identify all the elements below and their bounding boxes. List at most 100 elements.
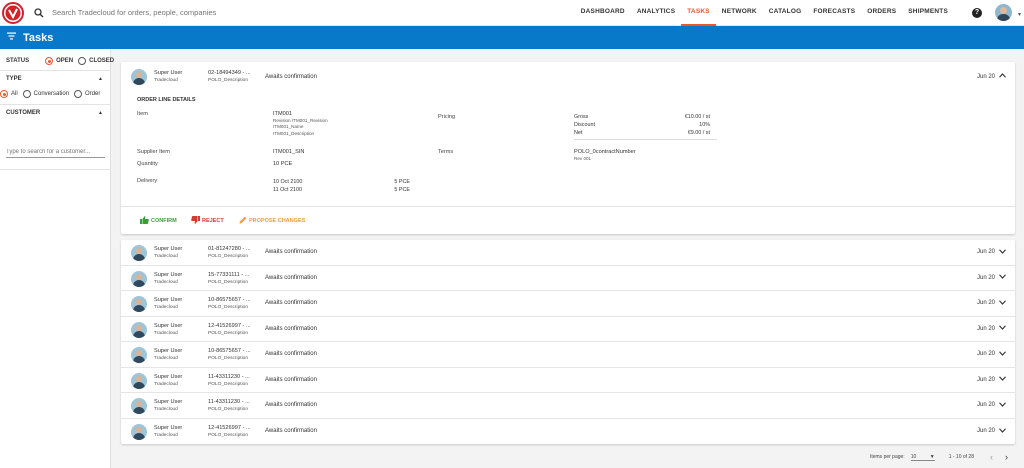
- task-order[interactable]: 10-86575657 - ... POLO_Description: [208, 296, 251, 312]
- task-row[interactable]: Super User Tradecloud 15-77331111 - ... POL…: [121, 266, 1015, 291]
- type-conversation-radio[interactable]: [22, 90, 31, 98]
- items-per-page-select[interactable]: 10 ▼: [910, 453, 935, 461]
- chevron-right-icon[interactable]: ›: [1005, 452, 1008, 462]
- task-order[interactable]: 12-41526997 - ... POLO_Description: [208, 424, 251, 440]
- task-order[interactable]: 11-43311230 - ... POLO_Description: [208, 398, 250, 414]
- order-line-details-heading: ORDER LINE DETAILS: [137, 97, 196, 103]
- divider: [0, 169, 111, 170]
- type-conversation-label[interactable]: Conversation: [34, 91, 69, 97]
- filter-icon[interactable]: [7, 32, 17, 43]
- nav-network[interactable]: NETWORK: [716, 0, 763, 26]
- status-open-label[interactable]: OPEN: [56, 58, 73, 64]
- avatar: [131, 296, 147, 312]
- task-row[interactable]: Super User Tradecloud 11-43311230 - ... POL…: [121, 368, 1015, 393]
- search-input[interactable]: [52, 8, 352, 17]
- divider: [574, 139, 717, 140]
- chevron-down-icon[interactable]: [999, 274, 1006, 281]
- task-status: Awaits confirmation: [265, 73, 317, 80]
- discount-value: 10%: [699, 122, 710, 128]
- avatar: [131, 321, 147, 338]
- task-row[interactable]: Super User Tradecloud 10-86575657 - ... POL…: [121, 291, 1015, 317]
- task-order[interactable]: 11-43311230 - ... POLO_Description: [208, 373, 250, 389]
- avatar: [131, 347, 147, 363]
- nav-forecasts[interactable]: FORECASTS: [807, 0, 861, 26]
- nav-tasks[interactable]: TASKS: [681, 0, 716, 26]
- status-closed-radio[interactable]: [78, 57, 87, 65]
- type-filter: All Conversation Order: [0, 90, 100, 98]
- nav-analytics[interactable]: ANALYTICS: [631, 0, 681, 26]
- task-user: Super User Tradecloud: [154, 297, 183, 310]
- tradecloud-logo[interactable]: [0, 0, 26, 26]
- discount-label: Discount: [574, 122, 595, 128]
- chevron-down-icon[interactable]: [999, 351, 1006, 358]
- customer-search-input[interactable]: [6, 146, 105, 158]
- items-per-page-label: Items per page:: [869, 454, 905, 460]
- task-user: Super User Tradecloud: [154, 271, 183, 285]
- type-all-label[interactable]: All: [11, 91, 18, 97]
- chevron-down-icon[interactable]: [999, 325, 1006, 332]
- nav-shipments[interactable]: SHIPMENTS: [902, 0, 954, 26]
- help-icon[interactable]: ?: [972, 8, 982, 18]
- confirm-button[interactable]: CONFIRM: [140, 216, 177, 226]
- task-order[interactable]: 15-77331111 - ... POLO_Description: [208, 271, 249, 287]
- type-title: TYPE: [6, 76, 22, 82]
- task-list-card: Super User Tradecloud 01-81247280 - ... POL…: [121, 240, 1015, 444]
- task-date: Jun 20: [976, 274, 995, 281]
- type-order-label[interactable]: Order: [85, 91, 100, 97]
- status-filter: STATUS OPEN CLOSED: [6, 57, 114, 65]
- task-date: Jun 20: [976, 325, 995, 332]
- chevron-down-icon[interactable]: ▾: [1018, 11, 1021, 18]
- customer-header[interactable]: CUSTOMER ▲: [6, 110, 111, 116]
- chevron-up-icon[interactable]: [999, 73, 1006, 80]
- task-order[interactable]: 12-41526997 - ... POLO_Description: [208, 322, 251, 338]
- task-user: Super User Tradecloud: [154, 70, 183, 83]
- user-avatar[interactable]: [995, 4, 1012, 21]
- task-user: Super User Tradecloud: [154, 424, 183, 438]
- task-row[interactable]: Super User Tradecloud 12-41526997 - ... POL…: [121, 419, 1015, 445]
- chevron-down-icon[interactable]: [999, 376, 1006, 383]
- task-order[interactable]: 01-81247280 - ... POLO_Description: [208, 245, 251, 261]
- type-header[interactable]: TYPE ▲: [6, 76, 111, 82]
- chevron-down-icon[interactable]: [999, 249, 1006, 256]
- task-date: Jun 20: [976, 428, 995, 435]
- thumb-up-icon: [140, 216, 149, 226]
- type-all-radio[interactable]: [0, 90, 8, 98]
- chevron-down-icon[interactable]: [999, 300, 1006, 307]
- task-row[interactable]: Super User Tradecloud 10-86575657 - ... POL…: [121, 342, 1015, 368]
- task-status: Awaits confirmation: [265, 274, 317, 281]
- divider: [0, 70, 111, 71]
- task-order[interactable]: 02-18494349 - ... POLO_Description: [208, 69, 251, 85]
- chevron-left-icon[interactable]: ‹: [990, 452, 993, 462]
- task-user: Super User Tradecloud: [154, 348, 183, 361]
- task-status: Awaits confirmation: [265, 402, 317, 409]
- chevron-down-icon[interactable]: [999, 428, 1006, 435]
- expanded-task-card: Super User Tradecloud 02-18494349 - ... …: [121, 62, 1015, 234]
- task-status: Awaits confirmation: [265, 428, 317, 435]
- propose-changes-button[interactable]: PROPOSE CHANGES: [239, 216, 305, 226]
- task-date: Jun 20: [976, 402, 995, 409]
- quantity-value: 10 PCE: [273, 161, 293, 167]
- search-icon: [34, 7, 46, 19]
- task-row-header[interactable]: Super User Tradecloud 02-18494349 - ... …: [121, 64, 1015, 90]
- chevron-down-icon: ▼: [929, 453, 935, 460]
- nav-catalog[interactable]: CATALOG: [763, 0, 808, 26]
- pricing-label: Pricing: [438, 114, 456, 120]
- task-row[interactable]: Super User Tradecloud 01-81247280 - ... POL…: [121, 240, 1015, 266]
- chevron-down-icon[interactable]: [999, 402, 1006, 409]
- task-status: Awaits confirmation: [265, 376, 317, 383]
- task-order[interactable]: 10-86575657 - ... POLO_Description: [208, 347, 251, 363]
- avatar: [131, 398, 147, 414]
- task-date: Jun 20: [976, 300, 995, 307]
- nav-dashboard[interactable]: DASHBOARD: [575, 0, 631, 26]
- type-order-radio[interactable]: [74, 90, 83, 98]
- task-row[interactable]: Super User Tradecloud 11-43311230 - ... POL…: [121, 393, 1015, 419]
- chevron-up-icon[interactable]: ▲: [98, 76, 103, 82]
- task-row[interactable]: Super User Tradecloud 12-41526997 - ... POL…: [121, 317, 1015, 342]
- status-open-radio[interactable]: [45, 57, 54, 65]
- chevron-up-icon[interactable]: ▲: [98, 110, 103, 116]
- net-label: Net: [574, 130, 583, 136]
- reject-button[interactable]: REJECT: [191, 216, 224, 226]
- status-closed-label[interactable]: CLOSED: [89, 58, 114, 64]
- task-status: Awaits confirmation: [265, 351, 317, 358]
- nav-orders[interactable]: ORDERS: [861, 0, 902, 26]
